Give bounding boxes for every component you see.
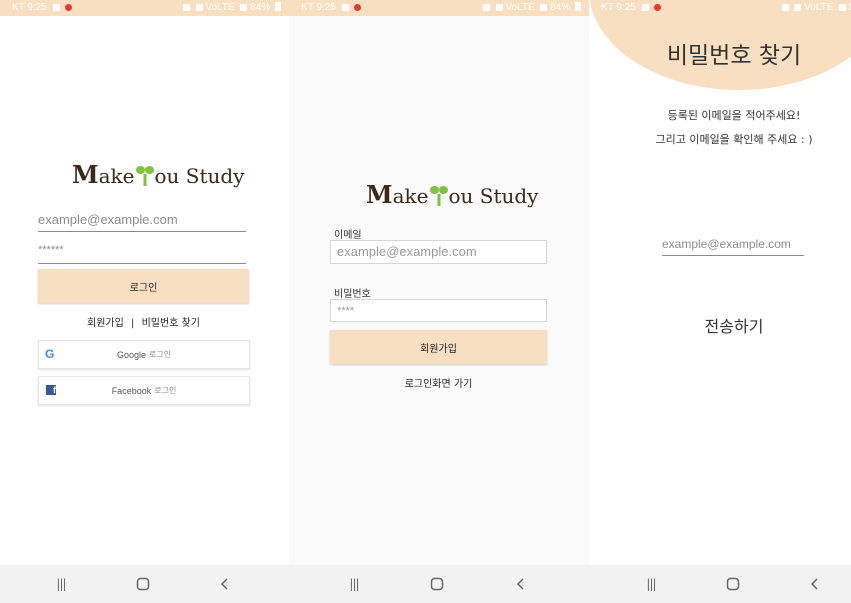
- signal-icon: [540, 4, 548, 11]
- home-icon[interactable]: [133, 574, 153, 594]
- battery-percent: 84%: [250, 2, 271, 13]
- alert-icon: [65, 4, 73, 11]
- alarm-icon: [781, 4, 789, 11]
- recents-icon[interactable]: |||: [344, 574, 364, 594]
- back-to-login-link[interactable]: 로그인화면 가기: [330, 375, 547, 390]
- sprout-icon: [430, 184, 449, 206]
- app-logo: Make ou Study: [72, 160, 244, 189]
- email-label: 이메일: [334, 230, 362, 241]
- facebook-suffix: 로그인: [154, 386, 177, 395]
- status-left: KT 9:25: [601, 2, 662, 13]
- find-password-link[interactable]: 비밀번호 찾기: [142, 318, 200, 329]
- back-icon[interactable]: [215, 574, 235, 594]
- network-label: VoLTE: [505, 2, 535, 13]
- send-button[interactable]: 전송하기: [684, 313, 784, 337]
- email-input[interactable]: example@example.com: [38, 212, 246, 232]
- logo-text-1: ake: [392, 184, 429, 208]
- clock: 9:25: [27, 2, 47, 13]
- battery-icon: [275, 2, 281, 11]
- back-icon[interactable]: [511, 574, 531, 594]
- status-bar: KT 9:25 VoLTE 84%: [0, 0, 289, 16]
- recents-icon[interactable]: |||: [51, 574, 71, 594]
- carrier: KT: [301, 2, 314, 13]
- facebook-login-button[interactable]: f Facebook 로그인: [38, 376, 250, 405]
- signup-password-placeholder: ****: [337, 305, 355, 317]
- signup-email-input[interactable]: example@example.com: [330, 240, 547, 264]
- password-label: 비밀번호: [334, 289, 371, 300]
- logo-text-2: ou Study: [448, 184, 539, 208]
- signup-link[interactable]: 회원가입: [87, 318, 124, 329]
- find-email-placeholder: example@example.com: [662, 237, 791, 251]
- status-left: KT 9:25: [301, 2, 362, 13]
- facebook-label: Facebook: [111, 385, 152, 396]
- find-email-input[interactable]: example@example.com: [662, 237, 804, 256]
- login-screen: KT 9:25 VoLTE 84% Make ou Study example@…: [0, 0, 289, 603]
- mute-icon: [495, 4, 503, 11]
- sprout-icon: [136, 164, 155, 186]
- status-right: VoLTE 84%: [180, 2, 281, 13]
- signup-password-input[interactable]: ****: [330, 299, 547, 322]
- carrier: KT: [12, 2, 25, 13]
- network-label: VoLTE: [804, 2, 834, 13]
- signal-icon: [240, 4, 248, 11]
- alarm-icon: [482, 4, 490, 11]
- password-placeholder: ******: [38, 244, 64, 256]
- alarm-icon: [182, 4, 190, 11]
- page-title: 비밀번호 찾기: [666, 43, 802, 69]
- app-logo: Make ou Study: [366, 180, 538, 209]
- image-icon: [341, 4, 349, 11]
- carrier: KT: [601, 2, 614, 13]
- back-icon[interactable]: [805, 574, 825, 594]
- mute-icon: [195, 4, 203, 11]
- signup-email-placeholder: example@example.com: [337, 244, 477, 259]
- recents-icon[interactable]: |||: [641, 574, 661, 594]
- google-login-button[interactable]: G Google 로그인: [38, 340, 250, 369]
- back-to-login-label: 로그인화면 가기: [404, 379, 473, 390]
- navigation-bar: |||: [289, 565, 589, 603]
- status-bar: KT 9:25 VoLTE 84%: [589, 0, 851, 16]
- logo-m: M: [72, 160, 99, 189]
- status-right: VoLTE 84%: [779, 2, 851, 13]
- clock: 9:25: [316, 2, 336, 13]
- home-icon[interactable]: [427, 574, 447, 594]
- find-password-screen: KT 9:25 VoLTE 84% 비밀번호 찾기 등록된 이메일을 적어주세요…: [589, 0, 851, 603]
- notification-icon: [52, 4, 60, 11]
- login-button-label: 로그인: [129, 282, 158, 294]
- logo-text-1: ake: [98, 164, 135, 188]
- battery-percent: 84%: [550, 2, 571, 13]
- auth-links: 회원가입 | 비밀번호 찾기: [38, 314, 249, 329]
- signal-icon: [839, 4, 847, 11]
- network-label: VoLTE: [205, 2, 235, 13]
- login-button[interactable]: 로그인: [38, 269, 249, 303]
- mute-icon: [794, 4, 802, 11]
- instruction-line-2: 그리고 이메일을 확인해 주세요 : ): [655, 133, 813, 146]
- status-left: KT 9:25: [12, 2, 73, 13]
- image-icon: [641, 4, 649, 11]
- navigation-bar: |||: [589, 565, 851, 603]
- navigation-bar: |||: [0, 565, 289, 603]
- battery-icon: [575, 2, 581, 11]
- signup-button[interactable]: 회원가입: [330, 330, 547, 364]
- google-label: Google: [116, 349, 146, 360]
- instruction-line-1: 등록된 이메일을 적어주세요!: [667, 109, 801, 122]
- status-bar: KT 9:25 VoLTE 84%: [289, 0, 589, 16]
- password-input[interactable]: ******: [38, 244, 246, 264]
- logo-m: M: [366, 180, 393, 209]
- status-right: VoLTE 84%: [480, 2, 581, 13]
- signup-screen: KT 9:25 VoLTE 84% Make ou Study 이메일 exam…: [289, 0, 589, 603]
- home-icon[interactable]: [723, 574, 743, 594]
- link-separator: |: [131, 318, 135, 329]
- logo-text-2: ou Study: [154, 164, 245, 188]
- clock: 9:25: [616, 2, 636, 13]
- alert-icon: [654, 4, 662, 11]
- google-suffix: 로그인: [148, 350, 172, 359]
- email-placeholder: example@example.com: [38, 212, 178, 227]
- alert-icon: [354, 4, 362, 11]
- signup-button-label: 회원가입: [420, 343, 457, 355]
